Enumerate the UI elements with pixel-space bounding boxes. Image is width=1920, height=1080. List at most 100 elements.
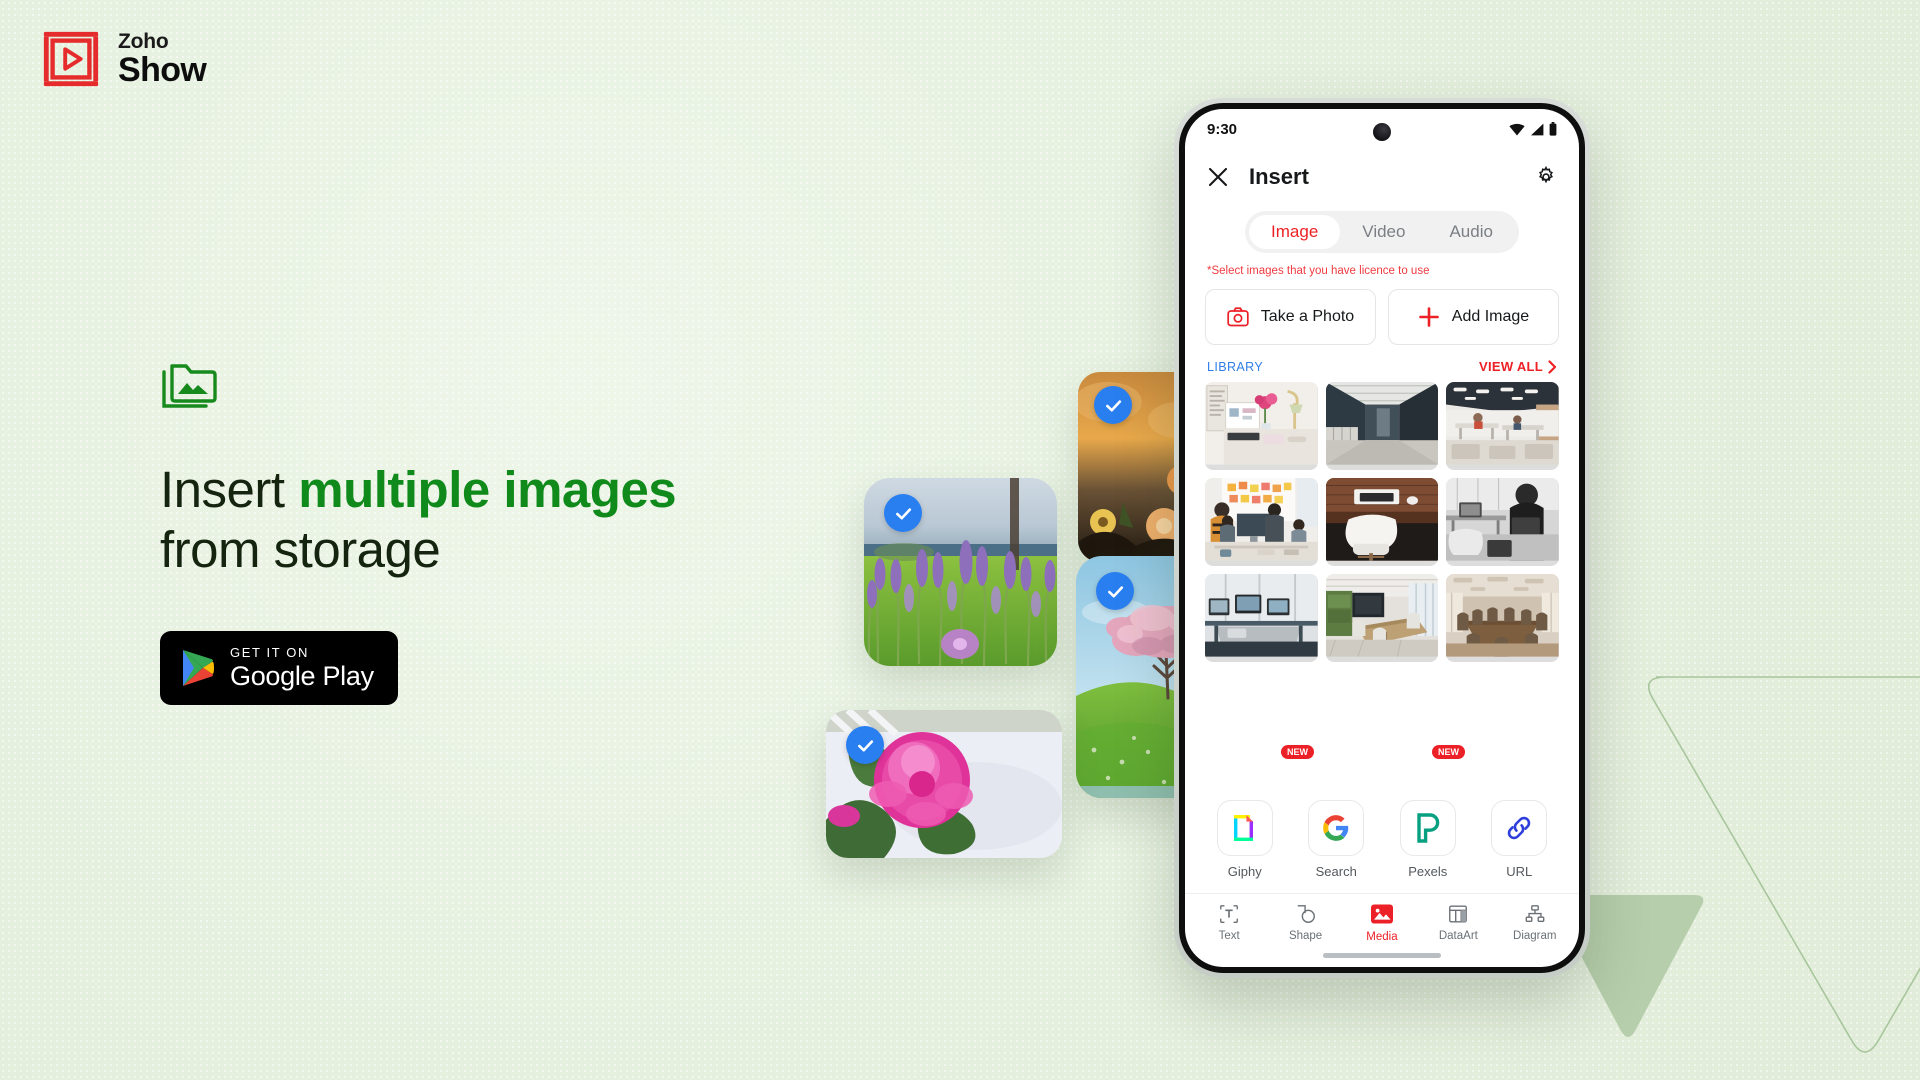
google-play-button[interactable]: GET IT ON Google Play bbox=[160, 631, 398, 706]
phone-mockup: 9:30 Insert Image Video Audio *Select im… bbox=[1174, 98, 1590, 978]
source-label: Pexels bbox=[1408, 864, 1448, 879]
source-label: URL bbox=[1506, 864, 1533, 879]
bottom-navigation: Text Shape Media DataArt Diagram bbox=[1185, 893, 1579, 947]
library-thumbnail[interactable] bbox=[1325, 574, 1439, 662]
google-play-big-label: Google Play bbox=[230, 661, 374, 692]
large-boardroom-table bbox=[1446, 574, 1559, 657]
check-circle-icon[interactable] bbox=[1096, 572, 1134, 610]
library-label: LIBRARY bbox=[1207, 359, 1264, 374]
close-icon[interactable] bbox=[1207, 166, 1229, 188]
desk-with-laptop-and-flowers bbox=[1205, 382, 1318, 465]
giphy-icon bbox=[1233, 815, 1253, 841]
take-a-photo-button[interactable]: Take a Photo bbox=[1205, 289, 1376, 345]
team-workshop-sticky-notes bbox=[1205, 478, 1318, 561]
check-circle-icon[interactable] bbox=[1094, 386, 1132, 424]
check-circle-icon[interactable] bbox=[846, 726, 884, 764]
library-thumbnail[interactable] bbox=[1446, 382, 1559, 470]
library-thumbnail[interactable] bbox=[1446, 478, 1559, 566]
dark-office-corridor bbox=[1325, 382, 1439, 465]
brand-name-top: Zoho bbox=[118, 30, 169, 53]
library-thumbnail[interactable] bbox=[1446, 574, 1559, 662]
image-sources: Giphy Search Pexels URL bbox=[1185, 790, 1579, 893]
library-grid bbox=[1185, 382, 1579, 662]
lavender-field-photo[interactable] bbox=[864, 478, 1057, 666]
headline-highlight: multiple images bbox=[298, 461, 677, 518]
nav-text[interactable]: Text bbox=[1194, 903, 1264, 942]
bright-open-plan-office bbox=[1446, 382, 1559, 465]
headline-part1: Insert bbox=[160, 461, 299, 518]
library-thumbnail[interactable] bbox=[1205, 478, 1318, 566]
brand-name-bottom: Show bbox=[118, 51, 207, 89]
take-a-photo-label: Take a Photo bbox=[1260, 308, 1355, 325]
media-image-icon bbox=[1370, 904, 1393, 924]
app-bar: Insert bbox=[1185, 149, 1579, 205]
shapes-icon bbox=[1297, 905, 1315, 923]
source-label: Giphy bbox=[1227, 864, 1262, 879]
nav-label: Diagram bbox=[1513, 930, 1557, 942]
org-diagram-icon bbox=[1525, 905, 1545, 923]
tab-audio[interactable]: Audio bbox=[1427, 215, 1514, 249]
library-thumbnail[interactable] bbox=[1325, 478, 1439, 566]
pink-peony-photo[interactable] bbox=[826, 710, 1062, 858]
source-pexels[interactable]: Pexels bbox=[1392, 800, 1464, 879]
tab-video[interactable]: Video bbox=[1340, 215, 1427, 249]
status-time: 9:30 bbox=[1207, 120, 1238, 138]
chevron-right-icon bbox=[1548, 359, 1557, 374]
add-image-label: Add Image bbox=[1451, 308, 1530, 325]
add-image-button[interactable]: Add Image bbox=[1388, 289, 1559, 345]
licence-notice: *Select images that you have licence to … bbox=[1207, 265, 1430, 277]
nav-dataart[interactable]: DataArt bbox=[1423, 903, 1493, 942]
view-all-button[interactable]: VIEW ALL bbox=[1479, 359, 1557, 374]
nav-label: Media bbox=[1366, 931, 1398, 943]
nav-label: DataArt bbox=[1438, 930, 1478, 942]
page-title: Insert bbox=[1249, 164, 1309, 189]
page-title: Insert multiple images from storage bbox=[160, 460, 780, 579]
check-circle-icon[interactable] bbox=[884, 494, 922, 532]
front-camera-icon bbox=[1373, 123, 1391, 141]
library-thumbnail[interactable] bbox=[1325, 382, 1439, 470]
giphy-tile[interactable] bbox=[1216, 800, 1273, 856]
battery-icon bbox=[1549, 122, 1557, 136]
folder-image-icon bbox=[162, 364, 217, 408]
giphy-new-badge: NEW bbox=[1281, 742, 1314, 760]
table-chart-icon bbox=[1449, 905, 1468, 923]
library-header: LIBRARY VIEW ALL bbox=[1185, 345, 1579, 382]
green-meeting-room bbox=[1325, 574, 1439, 657]
pexels-new-badge: NEW bbox=[1432, 742, 1465, 760]
pexels-tile[interactable] bbox=[1399, 800, 1456, 856]
status-icons bbox=[1509, 122, 1557, 136]
signal-icon bbox=[1531, 123, 1544, 135]
segmented-control: Image Video Audio bbox=[1245, 211, 1519, 253]
nav-shape[interactable]: Shape bbox=[1271, 903, 1341, 942]
brand-logo[interactable]: Zoho Show bbox=[40, 28, 207, 90]
source-giphy[interactable]: Giphy bbox=[1209, 800, 1281, 879]
nav-media[interactable]: Media bbox=[1347, 902, 1417, 943]
pexels-icon bbox=[1417, 813, 1439, 843]
gear-icon[interactable] bbox=[1535, 166, 1557, 188]
view-all-label: VIEW ALL bbox=[1478, 359, 1543, 374]
white-chair-wooden-desk bbox=[1325, 478, 1439, 561]
grayscale-coworking-desks bbox=[1446, 478, 1559, 561]
library-thumbnail[interactable] bbox=[1205, 382, 1318, 470]
link-icon bbox=[1508, 816, 1531, 840]
source-search[interactable]: Search bbox=[1300, 800, 1372, 879]
search-tile[interactable] bbox=[1308, 800, 1365, 856]
headline-part2: from storage bbox=[160, 520, 441, 578]
nav-diagram[interactable]: Diagram bbox=[1500, 903, 1570, 942]
home-indicator[interactable] bbox=[1323, 953, 1441, 958]
nav-label: Text bbox=[1218, 930, 1240, 942]
library-thumbnail[interactable] bbox=[1205, 574, 1318, 662]
plus-icon bbox=[1418, 307, 1439, 327]
url-tile[interactable] bbox=[1491, 800, 1548, 856]
source-url[interactable]: URL bbox=[1483, 800, 1555, 879]
text-box-icon bbox=[1220, 905, 1239, 923]
camera-icon bbox=[1227, 307, 1249, 327]
desk-with-monitors-window bbox=[1205, 574, 1318, 657]
google-play-triangle-icon bbox=[183, 650, 214, 687]
google-g-icon bbox=[1323, 815, 1349, 841]
media-type-tabs: Image Video Audio bbox=[1185, 205, 1579, 257]
zoho-show-play-icon bbox=[43, 31, 99, 87]
tab-image[interactable]: Image bbox=[1249, 215, 1341, 249]
nav-label: Shape bbox=[1288, 930, 1323, 942]
wifi-icon bbox=[1509, 123, 1525, 135]
